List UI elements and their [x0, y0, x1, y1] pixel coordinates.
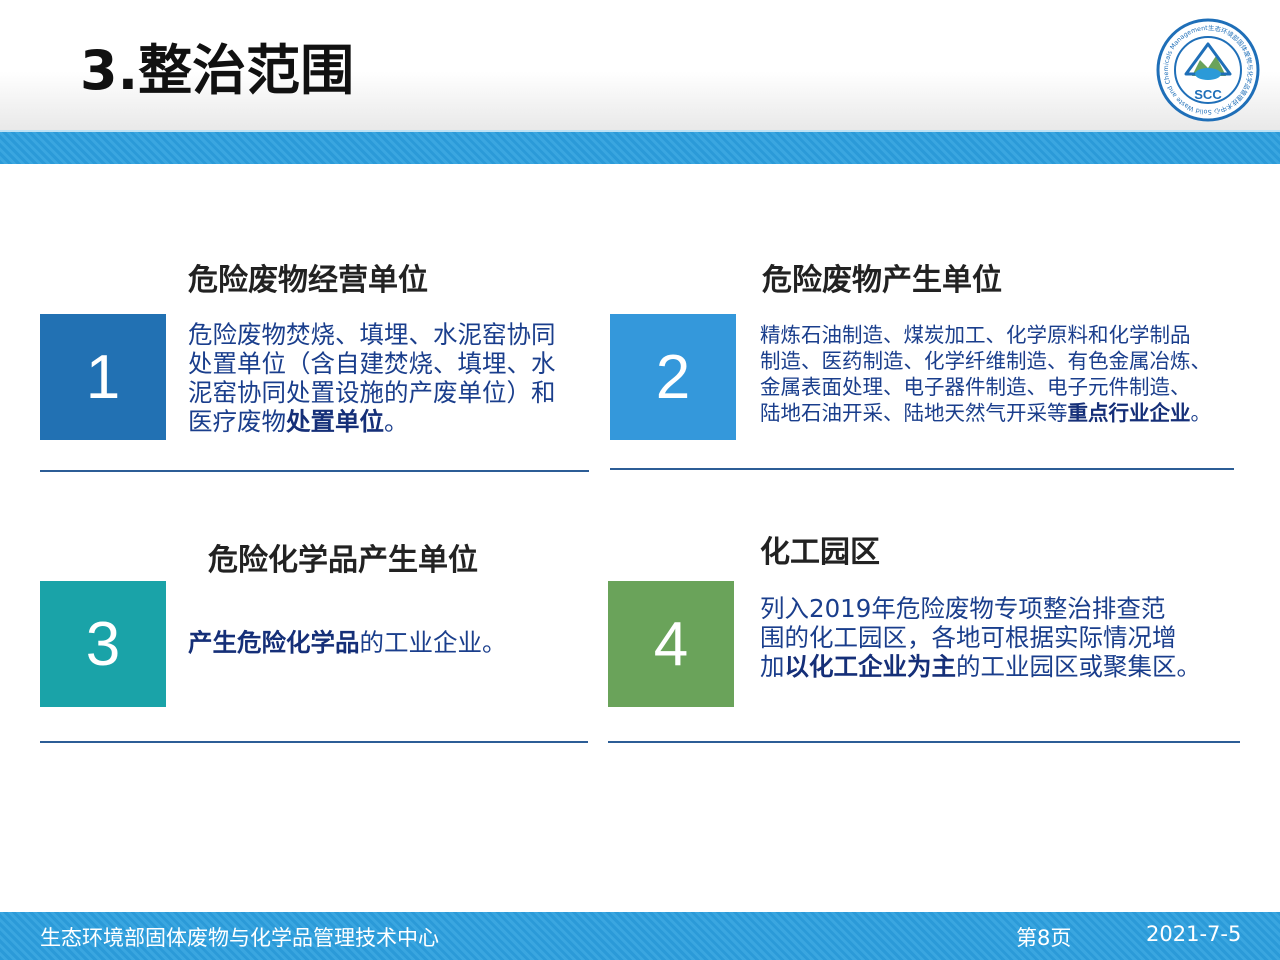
- card-3-body: 产生危险化学品的工业企业。: [188, 628, 507, 657]
- card-body-text: 围的化工园区，各地可根据实际情况增: [760, 623, 1177, 652]
- footer-page-number: 第8页: [1016, 926, 1072, 950]
- card-body-line: 金属表面处理、电子器件制造、电子元件制造、: [760, 374, 1211, 400]
- card-3-divider: [40, 741, 588, 743]
- card-4-number-box: 4: [608, 581, 734, 707]
- card-body-line: 精炼石油制造、煤炭加工、化学原料和化学制品: [760, 322, 1211, 348]
- logo-abbr: SCC: [1194, 87, 1222, 102]
- card-body-tail: 。: [1190, 401, 1212, 425]
- card-body-line: 围的化工园区，各地可根据实际情况增: [760, 623, 1201, 652]
- card-4-divider: [608, 741, 1240, 743]
- footer: 生态环境部固体废物与化学品管理技术中心 第8页 2021-7-5: [0, 912, 1280, 960]
- card-body-text: 加: [760, 652, 785, 681]
- card-body-highlight: 产生危险化学品: [188, 628, 360, 657]
- card-2-heading: 危险废物产生单位: [762, 263, 1002, 298]
- card-4-heading: 化工园区: [760, 535, 880, 570]
- page-title: 3.整治范围: [80, 39, 355, 102]
- card-2-number-box: 2: [610, 314, 736, 440]
- card-body-tail: 的工业园区或聚集区。: [956, 652, 1201, 681]
- header-band: [0, 130, 1280, 164]
- card-body-text: 金属表面处理、电子器件制造、电子元件制造、: [760, 375, 1191, 399]
- card-body-line: 医疗废物处置单位。: [188, 407, 556, 436]
- card-body-text: 陆地石油开采、陆地天然气开采等: [760, 401, 1068, 425]
- card-body-text: 精炼石油制造、煤炭加工、化学原料和化学制品: [760, 323, 1191, 347]
- card-4-body: 列入2019年危险废物专项整治排查范 围的化工园区，各地可根据实际情况增 加以化工企…: [760, 594, 1201, 681]
- card-1-divider: [40, 470, 589, 472]
- card-body-text: 列入2019年危险废物专项整治排查范: [760, 594, 1166, 623]
- card-body-text: 医疗废物: [188, 407, 286, 436]
- card-body-highlight: 以化工企业为主: [784, 652, 957, 681]
- card-body-text: 处置单位（含自建焚烧、填埋、水: [188, 349, 556, 378]
- card-body-line: 制造、医药制造、化学纤维制造、有色金属冶炼、: [760, 348, 1211, 374]
- card-body-line: 加以化工企业为主的工业园区或聚集区。: [760, 652, 1201, 681]
- card-1-heading: 危险废物经营单位: [188, 263, 428, 298]
- card-1-body: 危险废物焚烧、填埋、水泥窑协同 处置单位（含自建焚烧、填埋、水 泥窑协同处置设施的产…: [188, 320, 556, 436]
- card-3-number-box: 3: [40, 581, 166, 707]
- card-body-highlight: 重点行业企业: [1067, 401, 1191, 425]
- card-2-body: 精炼石油制造、煤炭加工、化学原料和化学制品 制造、医药制造、化学纤维制造、有色金属…: [760, 322, 1211, 426]
- card-body-line: 危险废物焚烧、填埋、水泥窑协同: [188, 320, 556, 349]
- card-2-divider: [610, 468, 1234, 470]
- card-body-tail: 的工业企业。: [359, 628, 507, 657]
- footer-date: 2021-7-5: [1146, 922, 1242, 946]
- card-body-tail: 。: [384, 407, 409, 436]
- card-body-text: 危险废物焚烧、填埋、水泥窑协同: [188, 320, 556, 349]
- card-body-text: 制造、医药制造、化学纤维制造、有色金属冶炼、: [760, 349, 1211, 373]
- footer-org: 生态环境部固体废物与化学品管理技术中心: [40, 926, 439, 950]
- scc-logo-icon: 生态环境部固体废物与化学品管理技术中心 Solid Waste and Chem…: [1156, 18, 1260, 122]
- card-body-line: 产生危险化学品的工业企业。: [188, 628, 507, 657]
- card-1-number-box: 1: [40, 314, 166, 440]
- card-body-line: 泥窑协同处置设施的产废单位）和: [188, 378, 556, 407]
- card-body-line: 处置单位（含自建焚烧、填埋、水: [188, 349, 556, 378]
- card-body-text: 泥窑协同处置设施的产废单位）和: [188, 378, 556, 407]
- card-body-highlight: 处置单位: [286, 407, 384, 436]
- card-body-line: 陆地石油开采、陆地天然气开采等重点行业企业。: [760, 400, 1211, 426]
- card-3-heading: 危险化学品产生单位: [208, 543, 478, 578]
- card-body-line: 列入2019年危险废物专项整治排查范: [760, 594, 1201, 623]
